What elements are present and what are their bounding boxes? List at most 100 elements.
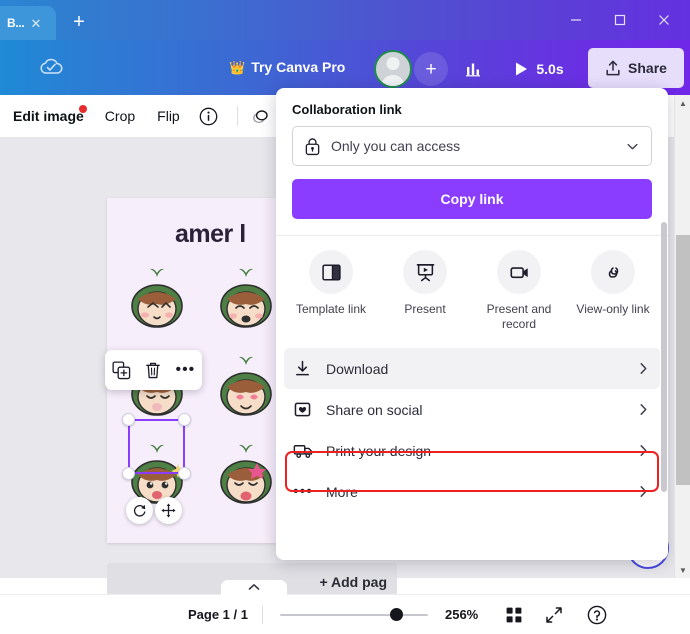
maximize-icon[interactable] bbox=[598, 0, 642, 40]
zoom-slider-knob[interactable] bbox=[389, 608, 403, 621]
toolbar-divider bbox=[236, 106, 238, 126]
rotate-icon[interactable] bbox=[126, 497, 153, 524]
menu-item-print-your-design[interactable]: Print your design bbox=[284, 430, 660, 471]
window-scrollbar-thumb[interactable] bbox=[676, 235, 690, 485]
menu-item-label: More bbox=[326, 483, 358, 500]
transparency-icon bbox=[252, 110, 268, 124]
sticker-element[interactable] bbox=[210, 351, 282, 423]
panel-scrollbar-thumb[interactable] bbox=[661, 222, 667, 492]
share-tile-view-only-link[interactable]: View-only link bbox=[566, 250, 660, 332]
panel-scrollbar[interactable] bbox=[659, 88, 668, 560]
scroll-up-icon[interactable]: ▲ bbox=[675, 95, 690, 111]
crop-button[interactable]: Crop bbox=[105, 108, 135, 124]
resize-handle-bottom-left[interactable] bbox=[122, 467, 135, 480]
menu-item-download[interactable]: Download bbox=[284, 348, 660, 389]
chevron-right-icon bbox=[636, 402, 651, 417]
share-upload-icon bbox=[606, 60, 620, 75]
grid-view-icon[interactable] bbox=[505, 606, 523, 624]
help-icon[interactable] bbox=[587, 605, 607, 625]
duration-label: 5.0s bbox=[536, 61, 564, 77]
resize-handle-bottom-right[interactable] bbox=[178, 467, 191, 480]
zoom-level-label: 256% bbox=[444, 607, 479, 622]
share-tile-present[interactable]: Present bbox=[378, 250, 472, 332]
page-title: amer l bbox=[175, 220, 246, 248]
template-link-icon bbox=[309, 250, 353, 294]
chevron-right-icon bbox=[636, 361, 651, 376]
share-button[interactable]: Share bbox=[588, 48, 684, 88]
duplicate-icon[interactable] bbox=[112, 360, 131, 380]
avatar[interactable] bbox=[374, 50, 412, 88]
element-selection-box[interactable] bbox=[122, 413, 191, 480]
chevron-right-icon bbox=[636, 443, 651, 458]
avatar-body bbox=[381, 75, 405, 86]
lock-icon bbox=[305, 137, 320, 155]
share-tile-template-link[interactable]: Template link bbox=[284, 250, 378, 332]
close-icon[interactable] bbox=[642, 0, 686, 40]
close-icon[interactable]: ✕ bbox=[30, 17, 41, 30]
bar-chart-icon[interactable] bbox=[456, 52, 490, 86]
sticker-element[interactable] bbox=[210, 439, 282, 511]
scroll-down-icon[interactable]: ▼ bbox=[675, 562, 690, 578]
minimize-icon[interactable] bbox=[554, 0, 598, 40]
share-tile-label: Template link bbox=[295, 302, 367, 316]
resize-handle-top-left[interactable] bbox=[122, 413, 135, 426]
browser-tab-title: B... bbox=[7, 16, 25, 30]
download-icon bbox=[293, 359, 313, 378]
present-play-button[interactable]: 5.0s bbox=[500, 52, 578, 86]
zoom-slider-track bbox=[279, 613, 428, 616]
share-tile-present-and-record[interactable]: Present and record bbox=[472, 250, 566, 332]
info-icon[interactable] bbox=[199, 107, 218, 126]
element-context-toolbar[interactable]: ••• bbox=[105, 350, 202, 390]
trash-icon[interactable] bbox=[144, 361, 162, 380]
status-bar: Page 1 / 1 256% bbox=[0, 594, 690, 634]
try-canva-pro-label: Try Canva Pro bbox=[251, 59, 346, 75]
share-dropdown-panel: Collaboration link Only you can access C… bbox=[276, 88, 668, 560]
move-icon[interactable] bbox=[155, 497, 182, 524]
add-member-button[interactable]: + bbox=[414, 52, 448, 86]
cloud-check-icon[interactable] bbox=[38, 56, 64, 78]
edit-image-label: Edit image bbox=[13, 108, 84, 124]
browser-tab[interactable]: B... ✕ bbox=[0, 6, 56, 40]
resize-handle-top-right[interactable] bbox=[178, 413, 191, 426]
truck-icon bbox=[293, 441, 313, 460]
more-horizontal-icon[interactable]: ••• bbox=[175, 362, 195, 378]
sticker-element[interactable] bbox=[210, 263, 282, 335]
menu-item-more[interactable]: ••• More bbox=[284, 471, 660, 512]
social-share-icon bbox=[293, 400, 313, 419]
flip-button[interactable]: Flip bbox=[157, 108, 180, 124]
menu-item-label: Share on social bbox=[326, 401, 423, 418]
element-drag-controls[interactable] bbox=[126, 497, 182, 524]
sticker-element[interactable] bbox=[121, 263, 193, 335]
menu-item-share-on-social[interactable]: Share on social bbox=[284, 389, 660, 430]
add-member-label: + bbox=[425, 58, 437, 80]
play-icon bbox=[516, 62, 528, 76]
share-options-grid: Template link Present Present and record… bbox=[276, 236, 668, 344]
expand-icon[interactable] bbox=[545, 606, 563, 624]
crown-icon: 👑 bbox=[229, 59, 246, 75]
page-indicator[interactable]: Page 1 / 1 bbox=[188, 607, 248, 622]
chevron-down-icon bbox=[627, 143, 638, 149]
menu-item-label: Download bbox=[326, 360, 389, 377]
share-tile-label: Present and record bbox=[486, 302, 552, 331]
plus-icon[interactable]: + bbox=[64, 8, 94, 36]
copy-link-label: Copy link bbox=[440, 191, 504, 207]
present-icon bbox=[403, 250, 447, 294]
edit-image-button[interactable]: Edit image bbox=[13, 105, 87, 124]
try-canva-pro-button[interactable]: 👑 Try Canva Pro bbox=[229, 52, 345, 82]
flip-label: Flip bbox=[157, 108, 180, 124]
access-level-select[interactable]: Only you can access bbox=[292, 126, 652, 166]
browser-tab-strip: B... ✕ + bbox=[0, 0, 690, 40]
avatar-head bbox=[386, 57, 400, 70]
add-page-label: + Add pag bbox=[319, 574, 387, 590]
crop-label: Crop bbox=[104, 108, 136, 124]
status-divider bbox=[261, 605, 263, 624]
chevron-up-icon[interactable] bbox=[221, 580, 287, 597]
copy-link-button[interactable]: Copy link bbox=[292, 179, 652, 219]
share-button-label: Share bbox=[628, 60, 667, 76]
share-tile-label: Present bbox=[404, 302, 446, 316]
zoom-slider[interactable] bbox=[279, 607, 428, 623]
collaboration-link-label: Collaboration link bbox=[292, 102, 402, 117]
more-horizontal-icon: ••• bbox=[293, 482, 313, 500]
view-only-link-icon bbox=[591, 250, 635, 294]
window-scrollbar[interactable]: ▲ ▼ bbox=[674, 95, 690, 578]
